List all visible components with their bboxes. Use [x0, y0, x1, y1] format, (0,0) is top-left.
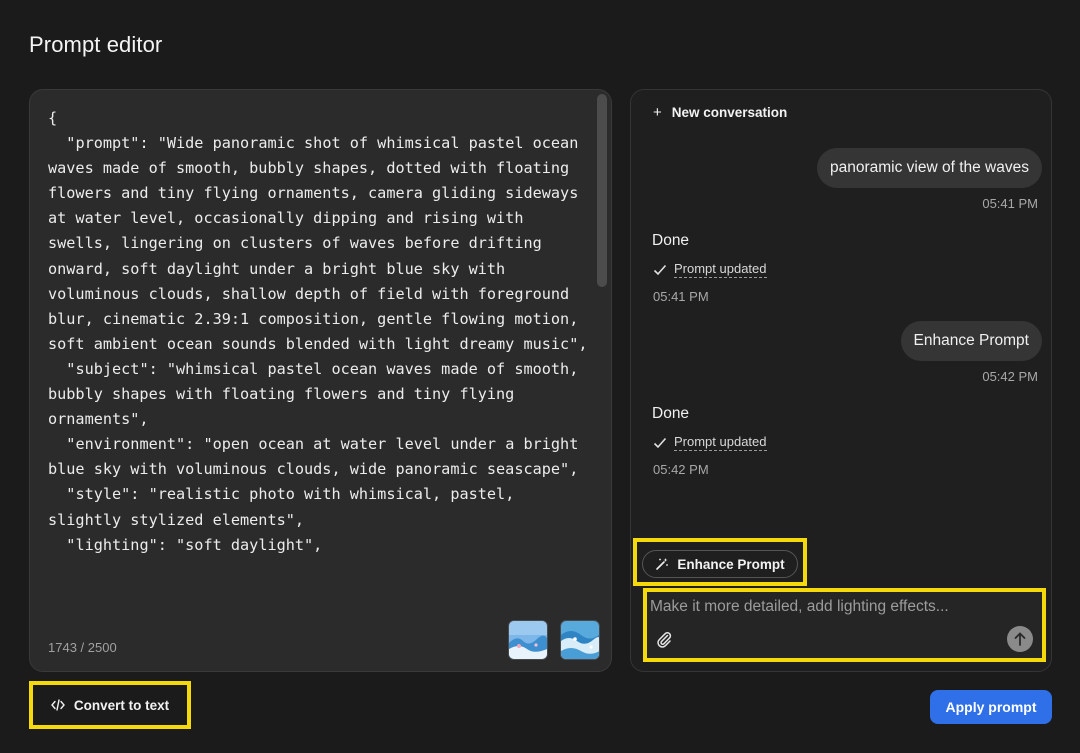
user-message-bubble: panoramic view of the waves: [816, 148, 1042, 188]
magic-wand-icon: [656, 558, 669, 570]
editor-scrollbar[interactable]: [597, 94, 607, 287]
prompt-updated-label: Prompt updated: [674, 261, 767, 278]
assistant-status: Done: [652, 405, 690, 422]
new-conversation-label: New conversation: [671, 104, 788, 120]
enhance-prompt-label: Enhance Prompt: [677, 556, 785, 572]
checkmark-icon: [653, 437, 667, 448]
new-conversation-button[interactable]: + New conversation: [653, 103, 788, 121]
chat-panel: + New conversation panoramic view of the…: [630, 89, 1052, 672]
prompt-json-text[interactable]: { "prompt": "Wide panoramic shot of whim…: [48, 106, 593, 606]
reference-image-thumbnail-1[interactable]: [508, 620, 548, 660]
convert-to-text-highlight: Convert to text: [29, 681, 191, 729]
checkmark-icon: [653, 264, 667, 275]
enhance-prompt-button[interactable]: Enhance Prompt: [642, 550, 798, 578]
message-timestamp: 05:42 PM: [982, 369, 1038, 384]
message-timestamp: 05:42 PM: [653, 462, 709, 477]
convert-to-text-button[interactable]: Convert to text: [37, 689, 183, 721]
convert-to-text-label: Convert to text: [73, 697, 170, 713]
send-button[interactable]: [1007, 626, 1033, 652]
prompt-updated-label: Prompt updated: [674, 434, 767, 451]
code-icon: [50, 699, 65, 711]
prompt-editor[interactable]: { "prompt": "Wide panoramic shot of whim…: [29, 89, 612, 672]
paperclip-icon[interactable]: [655, 630, 673, 648]
character-counter: 1743 / 2500: [48, 640, 117, 655]
chat-input-highlight: [643, 588, 1046, 662]
apply-prompt-button[interactable]: Apply prompt: [930, 690, 1052, 724]
message-timestamp: 05:41 PM: [982, 196, 1038, 211]
page-title: Prompt editor: [29, 32, 163, 57]
plus-icon: +: [653, 103, 662, 121]
assistant-status: Done: [652, 232, 690, 249]
user-message-bubble: Enhance Prompt: [900, 321, 1042, 361]
reference-image-thumbnail-2[interactable]: [560, 620, 600, 660]
chat-message-input[interactable]: [650, 596, 1010, 618]
arrow-up-icon: [1014, 632, 1026, 646]
enhance-prompt-highlight: Enhance Prompt: [633, 538, 807, 586]
prompt-updated-indicator[interactable]: Prompt updated: [653, 434, 767, 451]
prompt-updated-indicator[interactable]: Prompt updated: [653, 261, 767, 278]
message-timestamp: 05:41 PM: [653, 289, 709, 304]
